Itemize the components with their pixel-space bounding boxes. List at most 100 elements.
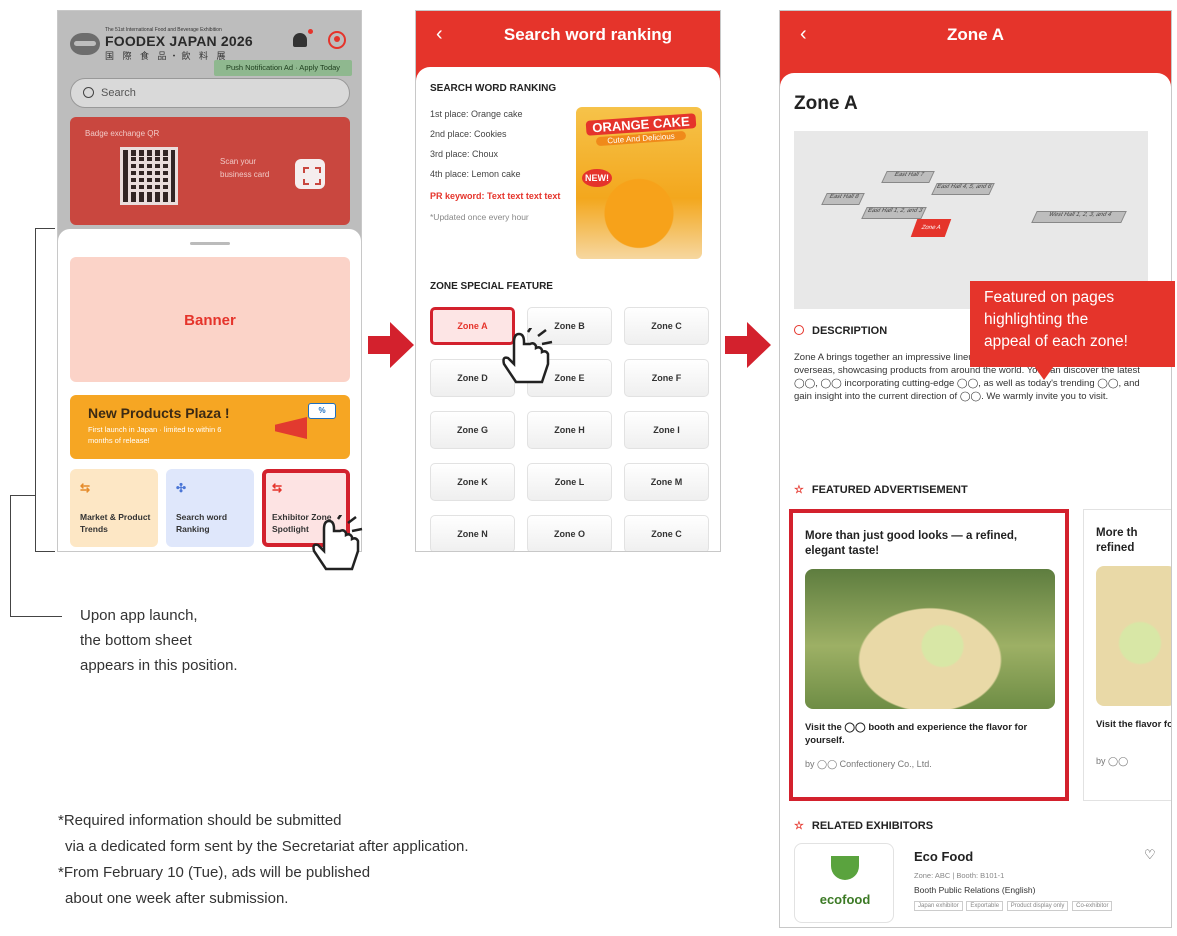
footnotes: *Required information should be submitte… [58, 812, 469, 907]
search-icon [83, 87, 94, 98]
scan-card-icon[interactable] [295, 159, 325, 189]
zone-button[interactable]: Zone M [624, 463, 709, 501]
ad-image [805, 569, 1055, 709]
zone-button[interactable]: Zone O [527, 515, 612, 551]
zone-title: Zone A [794, 93, 858, 114]
search-input[interactable]: Search [70, 78, 350, 108]
push-notification-ad[interactable]: Push Notification Ad · Apply Today [214, 60, 352, 76]
bracket-leader [10, 616, 62, 617]
foodex-logo-icon [70, 33, 100, 55]
zone-button[interactable]: Zone C [624, 307, 709, 345]
zone-button[interactable]: Zone C [624, 515, 709, 551]
logo-main-text: FOODEX JAPAN 2026 [105, 33, 253, 49]
badge-qr-card[interactable]: Badge exchange QR Scan your business car… [70, 117, 350, 225]
map-zone-a[interactable]: Zone A [910, 219, 952, 237]
zone-section-title: ZONE SPECIAL FEATURE [430, 281, 553, 292]
map-hall-label: West Hall 1, 2, 3, and 4 [1031, 211, 1127, 223]
app-header: ‹ Zone A [780, 11, 1171, 61]
exhibitor-card[interactable]: ecofood Eco Food ♡ Zone: ABC | Booth: B1… [794, 843, 1164, 923]
banner-label: Banner [184, 312, 236, 329]
new-badge: NEW! [582, 169, 612, 187]
tile-label: Market & Product Trends [80, 512, 151, 534]
exhibitor-name: Eco Food [914, 849, 974, 864]
zone-button[interactable]: Zone L [527, 463, 612, 501]
ranking-body: SEARCH WORD RANKING 1st place: Orange ca… [416, 67, 720, 551]
exhibitor-logo-text: ecofood [819, 892, 871, 907]
percent-badge-icon: % [308, 403, 336, 419]
exhibitor-logo: ecofood [794, 843, 894, 923]
zone-detail-screen: ‹ Zone A Zone A East Hall 7 East Hall 4,… [779, 10, 1172, 928]
tap-hand-icon [312, 515, 363, 571]
ranking-list: 1st place: Orange cake 2nd place: Cookie… [430, 109, 580, 222]
bottom-sheet-bracket [35, 228, 55, 552]
bottom-sheet[interactable]: Banner New Products Plaza ! First launch… [58, 229, 361, 551]
featured-ad-card[interactable]: More than just good looks — a refined, e… [789, 509, 1069, 801]
page-header-title: Zone A [947, 25, 1004, 44]
bell-icon[interactable] [293, 33, 307, 47]
zone-button[interactable]: Zone G [430, 411, 515, 449]
back-icon[interactable]: ‹ [436, 23, 443, 46]
search-placeholder: Search [101, 87, 136, 99]
related-exhibitors-heading: ☆ RELATED EXHIBITORS [794, 820, 934, 832]
pr-keyword[interactable]: PR keyword: Text text text text [430, 191, 580, 202]
user-icon[interactable] [328, 31, 346, 49]
star-icon: ☆ [794, 820, 804, 832]
swap-icon: ⇆ [80, 481, 91, 495]
banner[interactable]: Banner [70, 257, 350, 382]
tag: Exportable [966, 901, 1004, 911]
leaf-bowl-icon [831, 856, 859, 880]
star-icon: ☆ [794, 484, 804, 496]
scan-text: Scan your business card [220, 157, 270, 179]
sheet-handle[interactable] [190, 242, 230, 245]
bottom-sheet-note: Upon app launch, the bottom sheet appear… [80, 607, 238, 674]
orange-cake-ad[interactable]: ORANGE CAKE Cute And Delicious NEW! [576, 107, 702, 259]
ranking-icon: ✣ [176, 481, 187, 495]
updated-note: *Updated once every hour [430, 212, 529, 222]
page-title: Search word ranking [503, 25, 673, 44]
plaza-title: New Products Plaza ! [88, 405, 230, 421]
search-ranking-screen: ‹ Search word ranking SEARCH WORD RANKIN… [415, 10, 721, 552]
ad-body: Visit the ◯◯ booth and experience the fl… [805, 722, 1028, 746]
featured-ad-heading: ☆ FEATURED ADVERTISEMENT [794, 484, 968, 496]
flow-arrow-icon [725, 322, 771, 368]
tile-market-trends[interactable]: ⇆ Market & Product Trends [70, 469, 158, 547]
rank-item[interactable]: 4th place: Lemon cake [430, 169, 580, 189]
ad-image [1096, 566, 1171, 706]
home-screen: The 51st International Food and Beverage… [57, 10, 362, 552]
logo-sub-text: 国 際 食 品・飲 料 展 [105, 51, 229, 61]
ad-headline: More th refined [1096, 527, 1138, 554]
tag: Co-exhibitor [1072, 901, 1113, 911]
new-products-plaza[interactable]: New Products Plaza ! First launch in Jap… [70, 395, 350, 459]
featured-ad-card-next[interactable]: More th refined Visit the flavor fo by ◯… [1083, 509, 1172, 801]
zone-button[interactable]: Zone N [430, 515, 515, 551]
tile-search-ranking[interactable]: ✣ Search word Ranking [166, 469, 254, 547]
callout-tail [1034, 366, 1054, 380]
heart-icon[interactable]: ♡ [1144, 847, 1156, 863]
qr-title: Badge exchange QR [85, 129, 160, 138]
description-heading: DESCRIPTION [794, 325, 887, 337]
app-header: ‹ Search word ranking [416, 11, 720, 61]
zone-button[interactable]: Zone I [624, 411, 709, 449]
ranking-section-title: SEARCH WORD RANKING [430, 83, 557, 94]
zone-callout: Featured on pages highlighting the appea… [970, 281, 1175, 367]
ad-body: Visit the flavor fo [1096, 719, 1172, 730]
rank-item[interactable]: 2nd place: Cookies [430, 129, 580, 149]
exhibitor-pr: Booth Public Relations (English) [914, 885, 1036, 895]
ad-sponsor: by ◯◯ [1096, 756, 1129, 766]
zone-button[interactable]: Zone K [430, 463, 515, 501]
flow-arrow-icon [368, 322, 414, 368]
exhibitor-zone-booth: Zone: ABC | Booth: B101-1 [914, 871, 1005, 880]
map-hall-label: East Hall 4, 5, and 6 [931, 183, 995, 195]
info-icon [794, 325, 804, 335]
qr-code-icon [120, 147, 178, 205]
zone-button[interactable]: Zone H [527, 411, 612, 449]
map-hall-label: East Hall 7 [881, 171, 935, 183]
rank-item[interactable]: 1st place: Orange cake [430, 109, 580, 129]
zone-button[interactable]: Zone F [624, 359, 709, 397]
exhibitor-tags: Japan exhibitor Exportable Product displ… [914, 901, 1114, 911]
rank-item[interactable]: 3rd place: Choux [430, 149, 580, 169]
map-hall-label: East Hall 8 [821, 193, 865, 205]
ad-headline: More than just good looks — a refined, e… [805, 530, 1018, 557]
bracket-connector [10, 495, 35, 617]
swap-icon: ⇆ [272, 481, 283, 495]
